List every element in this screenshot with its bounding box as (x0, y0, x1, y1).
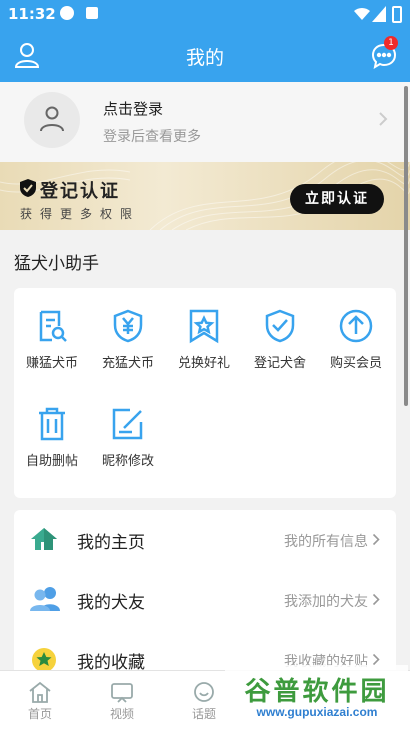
edit-nickname-icon (112, 408, 143, 440)
app-notification-icon (86, 7, 98, 19)
menu-row-label: 我的收藏 (77, 653, 145, 670)
assistant-item-kennel-register[interactable]: 登记犬舍 (242, 308, 318, 371)
assistant-item-recharge-coin[interactable]: 充猛犬币 (90, 308, 166, 371)
chevron-right-icon (372, 533, 380, 546)
friends-icon (30, 587, 60, 611)
assistant-item-label: 充猛犬币 (101, 356, 154, 371)
menu-row-home-page[interactable]: 我的主页 我的所有信息 (14, 510, 396, 568)
assistant-item-delete-post[interactable]: 自助删帖 (14, 406, 90, 469)
recharge-coin-icon (113, 309, 143, 343)
login-row[interactable]: 点击登录 登录后查看更多 (0, 82, 410, 162)
page-title: 我的 (185, 47, 224, 69)
assistant-item-edit-nickname[interactable]: 昵称修改 (90, 406, 166, 469)
home-page-icon (31, 528, 57, 550)
earn-coin-icon (39, 310, 67, 342)
notification-dot-icon (60, 6, 74, 20)
login-subtitle: 登录后查看更多 (103, 129, 201, 145)
watermark: 谷普软件园 www.gupuxiazai.com (225, 665, 408, 727)
menu-row-hint: 我添加的犬友 (284, 594, 368, 610)
assistant-grid: 赚猛犬币 充猛犬币 兑换好礼 登记犬舍 购买会员 自助删帖 昵称修改 (14, 288, 396, 498)
wifi-icon (354, 7, 370, 20)
menu-row-friends[interactable]: 我的犬友 我添加的犬友 (14, 570, 396, 628)
menu-row-hint: 我的所有信息 (284, 534, 368, 550)
assistant-item-label: 兑换好礼 (177, 356, 230, 371)
certify-now-button[interactable]: 立即认证 (290, 184, 384, 214)
certify-title: 登记认证 (40, 181, 120, 202)
home-icon (29, 681, 51, 703)
assistant-item-label: 购买会员 (329, 356, 382, 371)
header-bar: 我的 1 (0, 30, 410, 82)
profile-content[interactable]: 点击登录 登录后查看更多 登记认证 获得更多权限 立即认证 猛犬小助手 赚猛犬币… (0, 82, 410, 670)
assistant-item-label: 自助删帖 (25, 454, 78, 469)
battery-icon (392, 6, 402, 23)
topic-icon (194, 682, 214, 702)
scrollbar[interactable] (404, 86, 408, 406)
avatar (24, 92, 80, 148)
assistant-item-label: 昵称修改 (101, 454, 154, 469)
menu-row-label: 我的主页 (77, 533, 145, 553)
menu-row-label: 我的犬友 (77, 593, 145, 613)
favorites-icon (32, 648, 56, 670)
verified-shield-icon (20, 179, 36, 197)
status-time: 11:32 (8, 5, 56, 23)
gift-redeem-icon (189, 309, 219, 344)
certify-banner: 登记认证 获得更多权限 立即认证 (0, 162, 410, 230)
profile-menu-list: 我的主页 我的所有信息 我的犬友 我添加的犬友 我的收藏 我收藏的好贴 (14, 510, 396, 670)
tab-home[interactable]: 首页 (10, 681, 70, 722)
video-icon (111, 683, 133, 703)
tab-label: 首页 (27, 707, 52, 721)
watermark-url: www.gupuxiazai.com (256, 705, 378, 719)
assistant-section-title: 猛犬小助手 (14, 254, 99, 274)
delete-post-icon (39, 407, 65, 441)
buy-member-icon (339, 309, 373, 343)
assistant-item-label: 登记犬舍 (253, 356, 306, 371)
status-bar: 11:32 (0, 0, 410, 30)
signal-icon (372, 6, 386, 22)
assistant-item-earn-coin[interactable]: 赚猛犬币 (14, 308, 90, 371)
menu-row-favorites[interactable]: 我的收藏 我收藏的好贴 (14, 630, 396, 670)
chevron-right-icon (379, 112, 388, 126)
tab-video[interactable]: 视频 (92, 681, 152, 722)
messages-button[interactable]: 1 (370, 36, 398, 74)
message-count-badge: 1 (384, 36, 398, 50)
assistant-item-label: 赚猛犬币 (25, 356, 78, 371)
default-avatar-icon (40, 106, 64, 132)
kennel-register-icon (265, 309, 295, 343)
certify-subtitle: 获得更多权限 (20, 207, 141, 221)
assistant-item-buy-member[interactable]: 购买会员 (318, 308, 394, 371)
tab-label: 视频 (109, 707, 134, 721)
assistant-item-gift-redeem[interactable]: 兑换好礼 (166, 308, 242, 371)
watermark-text: 谷普软件园 (244, 677, 390, 707)
login-title: 点击登录 (103, 100, 164, 118)
chevron-right-icon (372, 593, 380, 606)
